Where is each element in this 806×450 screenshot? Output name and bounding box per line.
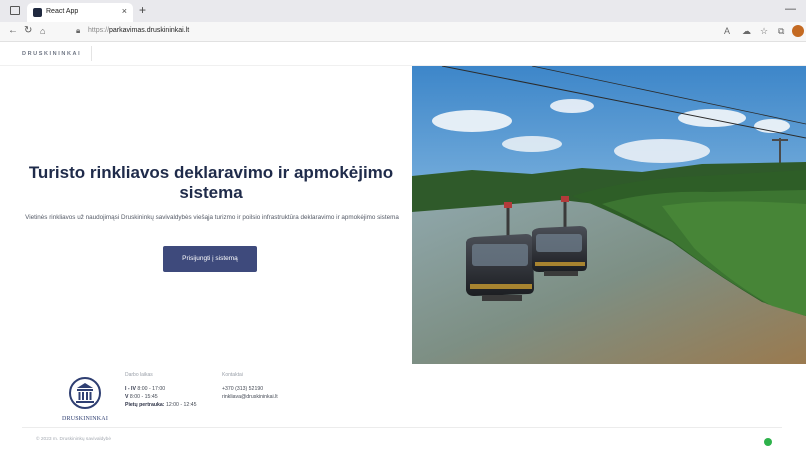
- extensions-icon[interactable]: ☁︎: [742, 26, 751, 37]
- hours-line-1-value: 8:00 - 17:00: [137, 386, 166, 392]
- url-field[interactable]: https://parkavimas.druskininkai.lt: [88, 27, 189, 34]
- logo-caption: DRUSKININKAI: [61, 416, 109, 422]
- page-title-line1: Turisto rinkliavos deklaravimo ir apmokė…: [28, 163, 394, 182]
- footer-divider: [22, 427, 782, 428]
- hero-description: Vietinės rinkliavos už naudojimąsi Drusk…: [25, 214, 399, 221]
- brand-logo-text[interactable]: DRUSKININKAI: [22, 51, 81, 57]
- window-minimize-icon[interactable]: —: [785, 3, 796, 15]
- tab-favicon-icon: [33, 8, 42, 17]
- hours-line-2-label: V: [125, 394, 129, 400]
- tab-title: React App: [46, 8, 79, 15]
- status-indicator-icon[interactable]: [764, 438, 772, 446]
- read-aloud-icon[interactable]: A: [724, 26, 730, 36]
- favorites-icon[interactable]: ☆: [760, 26, 768, 37]
- hero-image-cable-car: [412, 66, 806, 364]
- reload-icon[interactable]: ↻: [24, 25, 32, 36]
- hours-line-3-label: Pietų pertrauka:: [125, 402, 165, 408]
- copyright-text: © 2023 m. Druskininkų savivaldybė: [36, 437, 111, 442]
- tab-close-icon[interactable]: ×: [122, 6, 127, 16]
- page-title-line2: sistema: [179, 183, 243, 202]
- new-tab-icon[interactable]: +: [139, 3, 146, 17]
- brand-divider: [91, 46, 92, 61]
- footer: DRUSKININKAI Darbo laikas I - IV 8:00 - …: [0, 364, 806, 450]
- hero-section: Turisto rinkliavos deklaravimo ir apmokė…: [0, 66, 412, 362]
- browser-tab[interactable]: React App ×: [27, 3, 133, 22]
- contact-email[interactable]: rinkliava@druskininkai.lt: [222, 394, 278, 400]
- hero-illustration: [412, 66, 806, 364]
- hours-line-3: Pietų pertrauka: 12:00 - 12:45: [125, 402, 197, 408]
- page-title: Turisto rinkliavos deklaravimo ir apmokė…: [26, 163, 396, 203]
- coat-of-arms-icon: [69, 377, 101, 409]
- collections-icon[interactable]: ⧉: [778, 26, 784, 37]
- profile-icon[interactable]: [792, 25, 804, 37]
- lock-icon[interactable]: 🔒︎: [76, 26, 80, 36]
- tab-actions-icon[interactable]: [10, 6, 20, 15]
- contacts-heading: Kontaktai: [222, 372, 243, 378]
- contact-phone[interactable]: +370 (313) 52190: [222, 386, 263, 392]
- hours-line-2-value: 8:00 - 15:45: [129, 394, 158, 400]
- back-icon[interactable]: ←: [8, 25, 18, 36]
- hours-line-2: V 8:00 - 15:45: [125, 394, 158, 400]
- url-scheme: https://: [88, 27, 110, 34]
- browser-address-bar: ← ↻ ⌂ 🔒︎ https://parkavimas.druskininkai…: [0, 22, 806, 42]
- hours-heading: Darbo laikas: [125, 372, 153, 378]
- hours-line-1: I - IV 8:00 - 17:00: [125, 386, 165, 392]
- hours-line-3-value: 12:00 - 12:45: [165, 402, 197, 408]
- browser-tab-bar: React App × + —: [0, 0, 806, 22]
- url-host: parkavimas.druskininkai.lt: [109, 27, 190, 34]
- app-header: DRUSKININKAI: [0, 42, 806, 66]
- login-button[interactable]: Prisijungti į sistemą: [163, 246, 257, 272]
- municipality-logo: DRUSKININKAI: [56, 374, 114, 424]
- home-icon[interactable]: ⌂: [40, 26, 45, 36]
- hours-line-1-label: I - IV: [125, 386, 136, 392]
